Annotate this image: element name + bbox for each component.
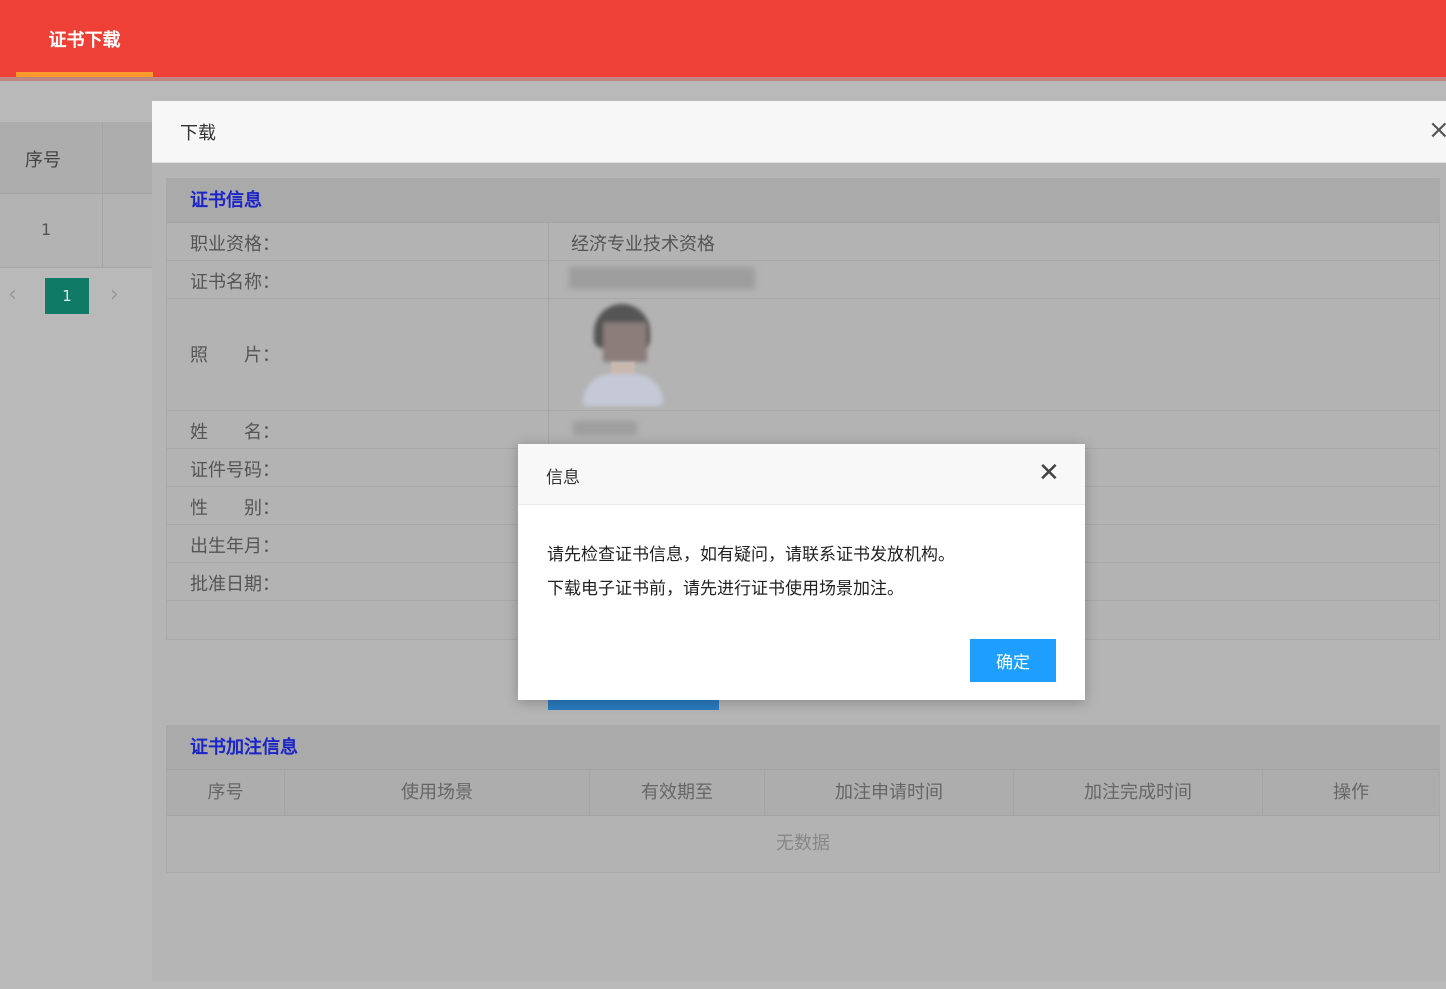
row-label: 性 别： (190, 498, 280, 519)
empty-table-message: 无数据 (776, 833, 830, 854)
annotation-table-header: 序号 使用场景 有效期至 加注申请时间 加注完成时间 操作 (167, 770, 1439, 816)
section-title: 证书信息 (167, 179, 1439, 223)
blurred-name (573, 421, 637, 435)
close-icon[interactable]: ✕ (1038, 458, 1060, 488)
info-row-cert-name: 证书名称： (167, 261, 1439, 299)
pagination: ‹ 1 › (0, 278, 152, 318)
row-divider (0, 267, 152, 268)
confirm-button[interactable]: 确定 (970, 639, 1056, 682)
header-shadow (0, 77, 1446, 81)
row-label: 职业资格： (190, 234, 280, 255)
column-header-index: 序号 (25, 150, 61, 171)
info-dialog: 信息 ✕ 请先检查证书信息，如有疑问，请联系证书发放机构。 下载电子证书前，请先… (518, 444, 1085, 700)
column-header-index: 序号 (167, 770, 285, 816)
row-index: 1 (41, 220, 52, 239)
tab-certificate-download[interactable]: 证书下载 (16, 0, 153, 77)
chevron-right-icon[interactable]: › (110, 282, 119, 307)
close-icon[interactable]: × (1428, 115, 1446, 145)
column-header-apply-time: 加注申请时间 (765, 770, 1014, 816)
certificate-annotation-section: 证书加注信息 序号 使用场景 有效期至 加注申请时间 加注完成时间 操作 无数据 (166, 725, 1440, 873)
column-header-valid-until: 有效期至 (590, 770, 765, 816)
blurred-cert-name (569, 267, 755, 289)
chevron-left-icon[interactable]: ‹ (8, 282, 17, 307)
top-header: 证书下载 (0, 0, 1446, 77)
id-photo (581, 302, 663, 406)
section-title: 证书加注信息 (167, 726, 1439, 770)
page-button-1[interactable]: 1 (45, 278, 89, 314)
column-divider (102, 122, 103, 268)
row-label: 照 片： (190, 345, 280, 366)
table-header: 序号 (0, 122, 152, 194)
info-message-line-2: 下载电子证书前，请先进行证书使用场景加注。 (547, 579, 904, 599)
download-modal-header: 下载 × (152, 101, 1446, 163)
download-modal-title: 下载 (180, 123, 216, 144)
row-label: 出生年月： (190, 536, 280, 557)
info-row-qualification: 职业资格： 经济专业技术资格 (167, 223, 1439, 261)
info-message-line-1: 请先检查证书信息，如有疑问，请联系证书发放机构。 (547, 545, 955, 565)
row-label: 批准日期： (190, 574, 280, 595)
info-row-photo: 照 片： (167, 299, 1439, 411)
info-dialog-title: 信息 (546, 468, 580, 488)
row-value: 经济专业技术资格 (571, 234, 715, 255)
row-label: 证书名称： (190, 272, 280, 293)
info-dialog-header: 信息 ✕ (518, 444, 1085, 505)
column-header-scenario: 使用场景 (285, 770, 590, 816)
background-table: 序号 1 (0, 122, 152, 268)
column-header-action: 操作 (1333, 782, 1369, 803)
row-label: 姓 名： (190, 422, 280, 443)
column-header-complete-time: 加注完成时间 (1014, 770, 1263, 816)
row-label: 证件号码： (190, 460, 280, 481)
